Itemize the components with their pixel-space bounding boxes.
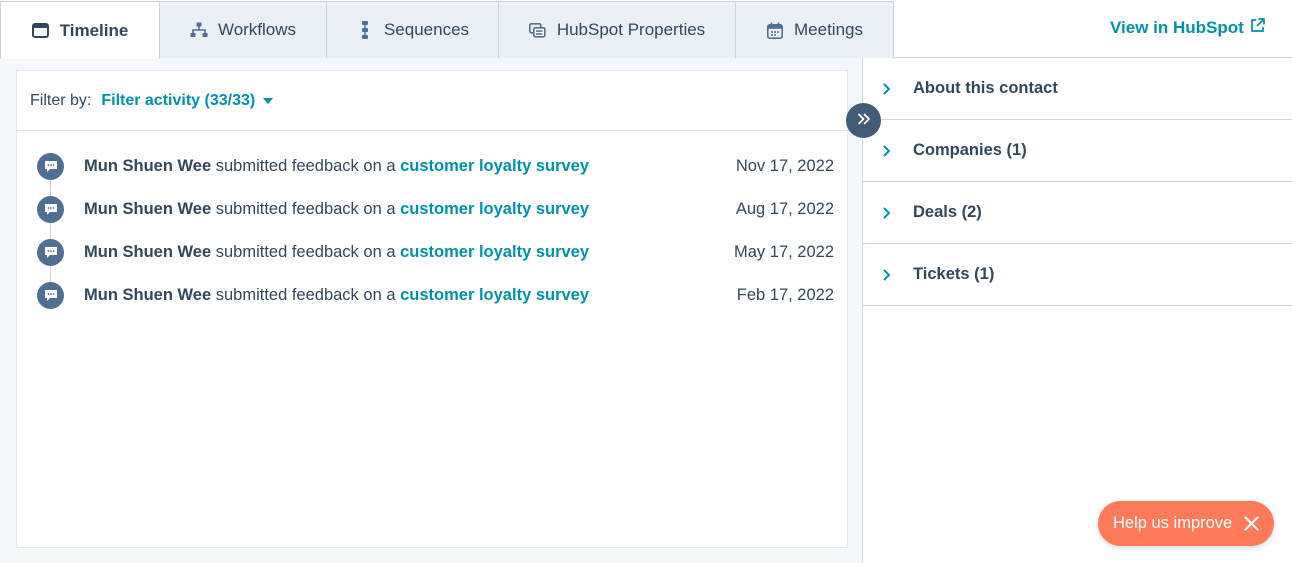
section-label: About this contact [913,79,1058,97]
tab-label: Timeline [59,20,129,40]
filter-label: Filter by: [30,91,92,109]
tab-meetings[interactable]: Meetings [735,1,894,58]
event-contact-name[interactable]: Mun Shuen Wee [84,286,211,304]
feedback-icon [37,195,64,223]
event-contact-name[interactable]: Mun Shuen Wee [84,157,211,175]
external-link-icon [1250,18,1265,38]
filter-row: Filter by: Filter activity (33/33) [17,71,849,131]
section-tickets[interactable]: Tickets (1) [863,244,1292,306]
double-chevron-right-icon [857,112,871,130]
event-description: Mun Shuen Wee submitted feedback on a cu… [84,243,589,262]
event-contact-name[interactable]: Mun Shuen Wee [84,200,211,218]
timeline-event: Mun Shuen Wee submitted feedback on a cu… [17,280,849,310]
view-in-hubspot-label: View in HubSpot [1110,18,1244,37]
tab-bar: Timeline Workflows Sequences HubSpot Pro… [0,0,1292,59]
timeline-event: Mun Shuen Wee submitted feedback on a cu… [17,194,849,224]
event-survey-link[interactable]: customer loyalty survey [400,157,589,175]
feedback-icon [37,238,64,266]
event-action: submitted feedback on a [215,242,396,261]
sequence-icon [356,21,374,39]
help-us-improve-button[interactable]: Help us improve [1098,501,1274,546]
section-label: Companies (1) [913,141,1027,159]
feedback-icon [37,152,64,180]
chevron-right-icon [883,207,913,219]
close-icon[interactable] [1244,516,1259,531]
tab-workflows[interactable]: Workflows [159,1,327,58]
collapse-sidebar-button[interactable] [846,103,881,138]
timeline-event: Mun Shuen Wee submitted feedback on a cu… [17,151,849,181]
chevron-right-icon [883,269,913,281]
properties-icon [529,21,547,39]
event-action: submitted feedback on a [215,285,396,304]
calendar-icon [766,21,784,39]
timeline-card: Filter by: Filter activity (33/33) Mun S… [16,70,849,548]
feedback-icon [37,281,64,309]
tab-timeline[interactable]: Timeline [0,1,160,59]
event-description: Mun Shuen Wee submitted feedback on a cu… [84,157,589,176]
event-date: May 17, 2022 [734,242,834,261]
event-action: submitted feedback on a [215,156,396,175]
event-survey-link[interactable]: customer loyalty survey [400,243,589,261]
tab-sequences[interactable]: Sequences [326,1,499,58]
chevron-right-icon [883,83,913,95]
event-description: Mun Shuen Wee submitted feedback on a cu… [84,200,589,219]
event-survey-link[interactable]: customer loyalty survey [400,286,589,304]
timeline-area: Filter by: Filter activity (33/33) Mun S… [0,58,862,563]
section-label: Deals (2) [913,203,982,221]
section-companies[interactable]: Companies (1) [863,120,1292,182]
event-date: Nov 17, 2022 [735,156,834,175]
event-description: Mun Shuen Wee submitted feedback on a cu… [84,286,589,305]
section-about-this-contact[interactable]: About this contact [863,58,1292,120]
tab-hubspot-properties[interactable]: HubSpot Properties [498,1,736,58]
section-deals[interactable]: Deals (2) [863,182,1292,244]
tab-label: Meetings [794,20,863,39]
timeline-event: Mun Shuen Wee submitted feedback on a cu… [17,237,849,267]
chevron-right-icon [883,145,913,157]
event-date: Aug 17, 2022 [735,199,834,218]
caret-down-icon [263,97,274,104]
help-us-improve-label: Help us improve [1113,514,1233,532]
event-action: submitted feedback on a [215,199,396,218]
filter-activity-dropdown[interactable]: Filter activity (33/33) [101,91,274,110]
tab-label: HubSpot Properties [556,20,706,39]
filter-activity-label: Filter activity (33/33) [101,91,256,109]
timeline-connector [50,166,51,296]
event-contact-name[interactable]: Mun Shuen Wee [84,243,211,261]
event-date: Feb 17, 2022 [736,285,834,304]
view-in-hubspot-link[interactable]: View in HubSpot [1110,18,1265,38]
workflow-icon [190,21,208,39]
tab-label: Sequences [383,20,470,39]
contact-sidebar: About this contact Companies (1) Deals (… [862,58,1292,563]
timeline-icon [32,22,50,40]
event-survey-link[interactable]: customer loyalty survey [400,200,589,218]
section-label: Tickets (1) [913,265,995,283]
tab-label: Workflows [217,20,297,39]
